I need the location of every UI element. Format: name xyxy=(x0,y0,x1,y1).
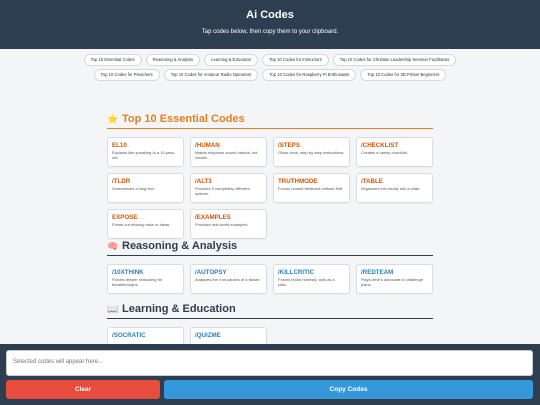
code-label: /AUTOPSY xyxy=(195,269,227,276)
section-header: 📖 Learning & Education xyxy=(107,303,433,317)
code-card[interactable]: /HUMAN Makes response sound natural, not … xyxy=(190,137,267,167)
chip-3d-printer[interactable]: Top 10 Codes for 3D Printer Beginners xyxy=(360,69,447,81)
code-description: Explains like speaking to a 10-year-old. xyxy=(112,150,176,160)
code-description: Makes response sound natural, not roboti… xyxy=(195,150,258,160)
chip-instructors[interactable]: Top 10 Codes for Instructors xyxy=(262,54,329,66)
chip-preachers[interactable]: Top 10 Codes for Preachers xyxy=(93,69,160,81)
code-label: EXPOSE xyxy=(112,214,138,221)
code-description: Forces brutal honesty; acts as a critic. xyxy=(278,277,335,287)
category-chips: Top 10 Essential Codes Reasoning & Analy… xyxy=(50,54,490,81)
code-label: /STEPS xyxy=(278,142,301,149)
code-description: Summarizes a long text. xyxy=(112,186,155,191)
chip-reasoning[interactable]: Reasoning & Analysis xyxy=(145,54,201,66)
code-description: Creates a handy checklist. xyxy=(361,150,408,155)
section-header: ⭐ Top 10 Essential Codes xyxy=(107,113,433,127)
code-card[interactable]: EL10 Explains like speaking to a 10-year-… xyxy=(107,137,184,167)
code-description: Analyzes the root causes of a failure. xyxy=(195,277,261,282)
code-card[interactable]: /EXAMPLES Provides real-world examples. xyxy=(190,209,267,239)
code-description: Provides real-world examples. xyxy=(195,222,249,227)
section-title: Reasoning & Analysis xyxy=(122,240,238,252)
code-description: Forces deeper reasoning for breakthrough… xyxy=(112,277,163,287)
book-icon: 📖 xyxy=(107,304,119,314)
code-label: /KILLCRITIC xyxy=(278,269,315,276)
code-card[interactable]: TRUTHMODE Forces honest feedback without … xyxy=(273,173,350,203)
section-reasoning: 🧠 Reasoning & Analysis /10XTHINK Forces d… xyxy=(107,240,433,294)
code-description: Organizes info neatly into a chart. xyxy=(361,186,421,191)
code-card[interactable]: /10XTHINK Forces deeper reasoning for bre… xyxy=(107,264,184,294)
bottom-bar: Selected codes will appear here... Clear… xyxy=(0,344,540,405)
code-label: /EXAMPLES xyxy=(195,214,231,221)
code-label: /ALT3 xyxy=(195,178,212,185)
code-description: Points out missing risks or ideas. xyxy=(112,222,171,227)
chip-essential[interactable]: Top 10 Essential Codes xyxy=(83,54,142,66)
chip-learning[interactable]: Learning & Education xyxy=(204,54,259,66)
code-label: /SOCRATIC xyxy=(112,332,146,339)
code-card[interactable]: /CHECKLIST Creates a handy checklist. xyxy=(356,137,433,167)
section-title: Learning & Education xyxy=(122,303,236,315)
code-label: /HUMAN xyxy=(195,142,220,149)
code-card[interactable]: /TABLE Organizes info neatly into a chart… xyxy=(356,173,433,203)
chip-raspberry-pi[interactable]: Top 10 Codes for Raspberry Pi Enthusiast… xyxy=(262,69,357,81)
page-title: Ai Codes xyxy=(246,9,294,21)
code-label: /TLDR xyxy=(112,178,131,185)
code-description: Forces honest feedback without fluff. xyxy=(278,186,344,191)
code-label: /CHECKLIST xyxy=(361,142,399,149)
copy-codes-button[interactable]: Copy Codes xyxy=(164,380,533,399)
clear-button[interactable]: Clear xyxy=(6,380,160,399)
code-card[interactable]: /ALT3 Provides 3 completely different opt… xyxy=(190,173,267,203)
section-header: 🧠 Reasoning & Analysis xyxy=(107,240,433,254)
code-label: /QUIZME xyxy=(195,332,221,339)
star-icon: ⭐ xyxy=(107,114,119,124)
code-label: /REDTEAM xyxy=(361,269,394,276)
code-description: Plays devil's advocate to challenge plan… xyxy=(361,277,423,287)
code-card[interactable]: /KILLCRITIC Forces brutal honesty; acts a… xyxy=(273,264,350,294)
code-label: EL10 xyxy=(112,142,127,149)
code-label: TRUTHMODE xyxy=(278,178,318,185)
section-divider xyxy=(107,255,433,256)
code-card[interactable]: /AUTOPSY Analyzes the root causes of a fa… xyxy=(190,264,267,294)
section-essential: ⭐ Top 10 Essential Codes EL10 Explains li… xyxy=(107,113,433,239)
chip-christian-leadership[interactable]: Top 10 Codes for Christian Leadership Se… xyxy=(332,54,457,66)
code-description: Provides 3 completely different options. xyxy=(195,186,250,196)
page-subtitle: Tap codes below, then copy them to your … xyxy=(201,29,339,35)
brain-icon: 🧠 xyxy=(107,241,119,251)
section-divider xyxy=(107,128,433,129)
code-card[interactable]: /TLDR Summarizes a long text. xyxy=(107,173,184,203)
selected-codes-output[interactable]: Selected codes will appear here... xyxy=(6,350,533,376)
code-label: /TABLE xyxy=(361,178,383,185)
chip-amateur-radio[interactable]: Top 10 Codes for Amateur Radio Operators xyxy=(163,69,259,81)
app-header: Ai Codes Tap codes below, then copy them… xyxy=(0,0,540,49)
code-card[interactable]: /REDTEAM Plays devil's advocate to challe… xyxy=(356,264,433,294)
code-card[interactable]: /STEPS Gives clear, step-by-step instruct… xyxy=(273,137,350,167)
section-title: Top 10 Essential Codes xyxy=(122,113,245,125)
section-divider xyxy=(107,318,433,319)
code-card[interactable]: EXPOSE Points out missing risks or ideas. xyxy=(107,209,184,239)
code-description: Gives clear, step-by-step instructions. xyxy=(278,150,345,155)
code-label: /10XTHINK xyxy=(112,269,144,276)
